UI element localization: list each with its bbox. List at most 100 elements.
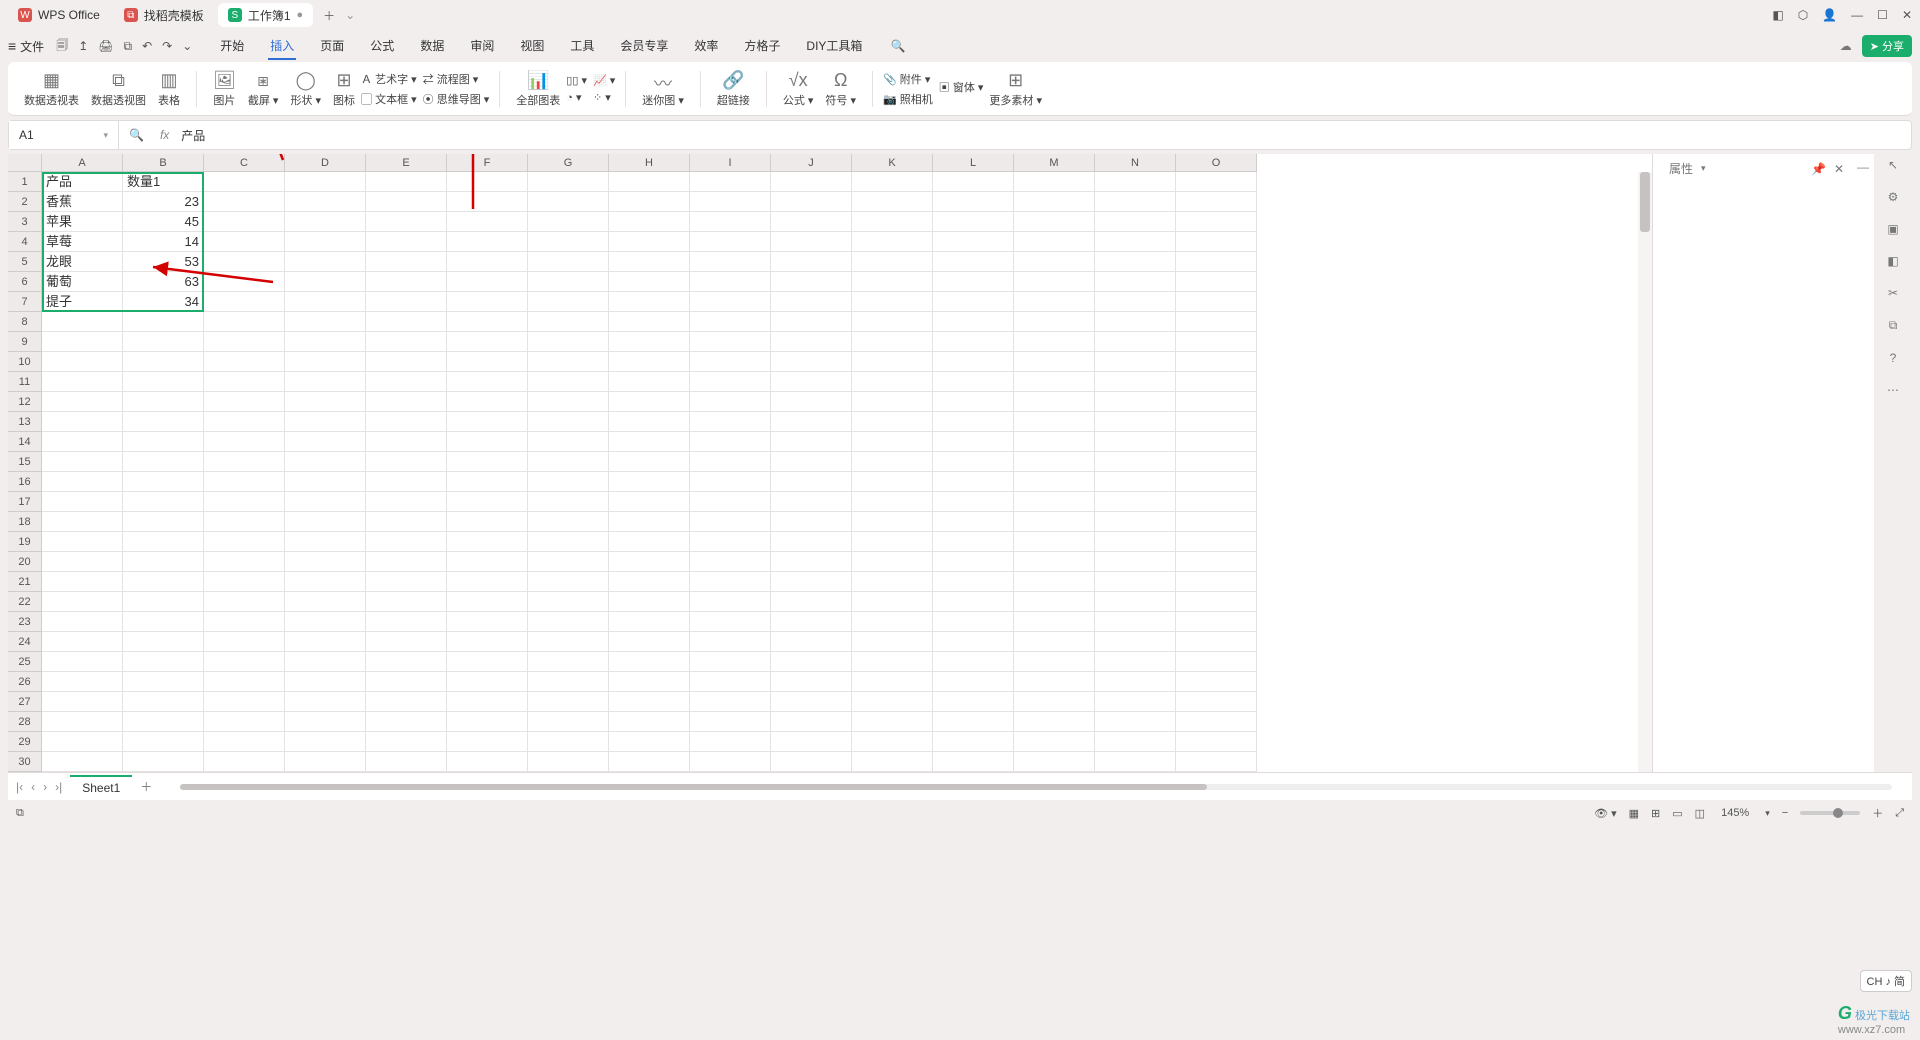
cell[interactable] [852, 492, 933, 512]
cell[interactable] [366, 612, 447, 632]
cell[interactable] [690, 652, 771, 672]
style-icon[interactable]: ◧ [1887, 254, 1898, 268]
cell[interactable] [366, 212, 447, 232]
cell[interactable]: 53 [123, 252, 204, 272]
menu-tab[interactable]: DIY工具箱 [804, 33, 864, 60]
doc-tab[interactable]: ⧉找稻壳模板 [114, 3, 214, 27]
cell[interactable] [771, 512, 852, 532]
cell[interactable] [690, 252, 771, 272]
cell[interactable] [933, 472, 1014, 492]
row-header[interactable]: 21 [8, 572, 42, 592]
cell[interactable] [852, 352, 933, 372]
cell[interactable] [204, 392, 285, 412]
cell[interactable] [852, 712, 933, 732]
cell[interactable] [1014, 612, 1095, 632]
prev-sheet-icon[interactable]: ‹ [31, 780, 35, 794]
cell[interactable] [366, 292, 447, 312]
cell[interactable] [852, 232, 933, 252]
fx-icon[interactable]: fx [154, 128, 175, 142]
cell[interactable] [1014, 472, 1095, 492]
cell[interactable] [447, 672, 528, 692]
cell[interactable] [366, 272, 447, 292]
cell[interactable] [528, 512, 609, 532]
cell[interactable] [528, 432, 609, 452]
doc-tab[interactable]: WWPS Office [8, 3, 110, 27]
cell[interactable] [447, 492, 528, 512]
cell[interactable] [771, 392, 852, 412]
zoom-in-icon[interactable]: ＋ [1872, 805, 1883, 821]
cell[interactable] [771, 492, 852, 512]
cell[interactable] [123, 332, 204, 352]
cell[interactable] [447, 472, 528, 492]
row-header[interactable]: 25 [8, 652, 42, 672]
cell[interactable] [933, 352, 1014, 372]
cell[interactable] [447, 512, 528, 532]
search-icon[interactable]: 🔍 [890, 39, 905, 53]
cell[interactable] [123, 512, 204, 532]
cell[interactable] [285, 652, 366, 672]
cell[interactable] [1095, 572, 1176, 592]
cell[interactable] [690, 432, 771, 452]
cell[interactable] [852, 672, 933, 692]
cell[interactable] [1095, 372, 1176, 392]
cell[interactable] [42, 672, 123, 692]
cell[interactable] [933, 292, 1014, 312]
cell[interactable] [42, 452, 123, 472]
flowchart-button[interactable]: ⇄ 流程图 ▾ [423, 71, 490, 87]
row-header[interactable]: 9 [8, 332, 42, 352]
cell[interactable] [42, 532, 123, 552]
cell[interactable] [42, 332, 123, 352]
cell[interactable] [204, 592, 285, 612]
row-header[interactable]: 23 [8, 612, 42, 632]
cell[interactable] [123, 472, 204, 492]
cell[interactable] [1014, 252, 1095, 272]
minimize-button[interactable]: — [1851, 8, 1863, 22]
cell[interactable] [609, 232, 690, 252]
cell[interactable] [285, 512, 366, 532]
cell[interactable] [1176, 612, 1257, 632]
first-sheet-icon[interactable]: |‹ [16, 780, 23, 794]
cell[interactable] [204, 552, 285, 572]
cell[interactable] [285, 352, 366, 372]
cell[interactable] [366, 412, 447, 432]
cell[interactable] [447, 532, 528, 552]
cell[interactable] [528, 212, 609, 232]
cell[interactable] [690, 172, 771, 192]
row-header[interactable]: 16 [8, 472, 42, 492]
cell[interactable] [42, 572, 123, 592]
cell[interactable] [447, 652, 528, 672]
cell[interactable] [366, 392, 447, 412]
cell[interactable] [123, 372, 204, 392]
cell[interactable] [933, 232, 1014, 252]
cell[interactable] [447, 212, 528, 232]
cell[interactable] [690, 352, 771, 372]
cell[interactable] [285, 632, 366, 652]
column-header[interactable]: E [366, 154, 447, 172]
cell[interactable] [366, 172, 447, 192]
tab-close-icon[interactable]: ● [297, 9, 304, 21]
cell[interactable] [42, 592, 123, 612]
cell[interactable] [1014, 672, 1095, 692]
cell[interactable] [285, 212, 366, 232]
cell[interactable] [1095, 272, 1176, 292]
cell[interactable] [1176, 432, 1257, 452]
cell[interactable] [1014, 492, 1095, 512]
cell[interactable] [204, 252, 285, 272]
cloud-icon[interactable]: ☁ [1840, 39, 1852, 53]
cell[interactable] [690, 312, 771, 332]
view-normal-icon[interactable]: ▦ [1629, 807, 1639, 820]
avatar-icon[interactable]: 👤 [1822, 8, 1837, 22]
cell[interactable] [609, 732, 690, 752]
cell[interactable] [1095, 672, 1176, 692]
cell[interactable] [852, 632, 933, 652]
cell[interactable] [366, 232, 447, 252]
cell[interactable] [1014, 592, 1095, 612]
row-header[interactable]: 28 [8, 712, 42, 732]
cell[interactable] [933, 272, 1014, 292]
cell[interactable] [366, 712, 447, 732]
wordart-button[interactable]: Ａ 艺术字 ▾ [361, 71, 417, 87]
cell[interactable] [528, 552, 609, 572]
cell[interactable] [285, 292, 366, 312]
cell[interactable] [1014, 412, 1095, 432]
layout-icon[interactable]: ▣ [1887, 222, 1898, 236]
